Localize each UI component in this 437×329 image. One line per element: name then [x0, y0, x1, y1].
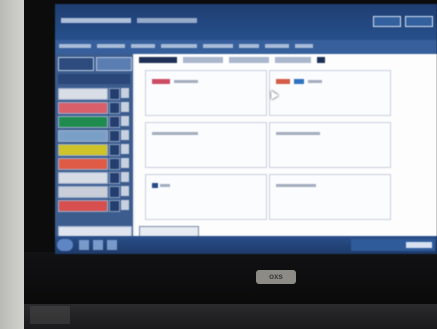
sidebar-item[interactable]	[58, 88, 108, 100]
app-icon[interactable]	[79, 240, 89, 250]
sidebar-option-icon[interactable]	[121, 102, 129, 112]
tab-strip	[135, 57, 437, 65]
panel-text	[160, 184, 170, 187]
sidebar-toggle-icon[interactable]	[109, 116, 120, 128]
panel-card[interactable]	[269, 70, 391, 116]
tab-item[interactable]	[183, 57, 223, 63]
sidebar-item[interactable]	[58, 186, 108, 198]
menu-item[interactable]	[203, 44, 233, 48]
menu-bar	[55, 40, 437, 54]
tab-item[interactable]	[317, 57, 325, 63]
sidebar-item[interactable]	[58, 116, 108, 128]
app-title-bar	[55, 4, 437, 40]
panel-text	[174, 80, 198, 83]
panel-text	[276, 132, 320, 135]
sidebar-item[interactable]	[58, 172, 108, 184]
menu-item[interactable]	[239, 44, 259, 48]
tab-item[interactable]	[229, 57, 269, 63]
system-tray	[351, 239, 435, 251]
app-title-text	[61, 18, 131, 23]
sidebar-option-icon[interactable]	[121, 116, 129, 126]
sidebar-option-icon[interactable]	[121, 172, 129, 182]
tab-item[interactable]	[139, 57, 177, 63]
sidebar-option-icon[interactable]	[121, 158, 129, 168]
taskbar	[55, 236, 437, 254]
sidebar-header	[58, 74, 130, 84]
panel-text	[276, 184, 316, 187]
panel-text	[152, 132, 198, 135]
sidebar-toggle-icon[interactable]	[109, 186, 120, 198]
tag-badge	[152, 79, 170, 84]
panel-card[interactable]	[145, 122, 267, 168]
start-icon[interactable]	[57, 239, 73, 251]
clock-display	[406, 242, 432, 248]
menu-item[interactable]	[265, 44, 289, 48]
sidebar	[55, 54, 133, 254]
sidebar-toggle-icon[interactable]	[109, 144, 120, 156]
tag-badge	[152, 183, 158, 188]
panel-text	[308, 80, 322, 83]
sidebar-option-icon[interactable]	[121, 186, 129, 196]
menu-item[interactable]	[161, 44, 197, 48]
menu-item[interactable]	[131, 44, 155, 48]
tab-item[interactable]	[275, 57, 311, 63]
panel-card[interactable]	[145, 70, 267, 116]
sidebar-option-icon[interactable]	[121, 130, 129, 140]
sidebar-option-icon[interactable]	[121, 88, 129, 98]
app-icon[interactable]	[93, 240, 103, 250]
main-content	[135, 54, 437, 254]
app-date-text	[137, 18, 197, 23]
sidebar-toggle-icon[interactable]	[109, 102, 120, 114]
sidebar-item[interactable]	[58, 158, 108, 170]
sidebar-toggle-icon[interactable]	[109, 172, 120, 184]
monitor-brand-logo: oxs	[256, 270, 296, 284]
menu-item[interactable]	[59, 44, 91, 48]
tag-badge	[276, 79, 290, 84]
sidebar-option-icon[interactable]	[121, 200, 129, 210]
sidebar-toggle-icon[interactable]	[109, 158, 120, 170]
panel-card[interactable]	[269, 122, 391, 168]
sidebar-item[interactable]	[58, 130, 108, 142]
sidebar-toggle-icon[interactable]	[109, 200, 120, 212]
sidebar-item[interactable]	[58, 200, 108, 212]
app-icon[interactable]	[107, 240, 117, 250]
menu-item[interactable]	[97, 44, 125, 48]
monitor-chin	[24, 252, 437, 304]
panel-card[interactable]	[269, 174, 391, 220]
tag-badge	[294, 79, 304, 84]
sidebar-tab[interactable]	[96, 57, 132, 71]
window-button-icon[interactable]	[405, 16, 433, 27]
sidebar-option-icon[interactable]	[121, 144, 129, 154]
sidebar-tab[interactable]	[58, 57, 94, 71]
sidebar-item[interactable]	[58, 144, 108, 156]
photo-scene: oxs	[0, 0, 437, 329]
monitor-bottom-strip	[24, 304, 437, 329]
window-button-icon[interactable]	[373, 16, 401, 27]
panel-card[interactable]	[145, 174, 267, 220]
screen	[55, 4, 437, 254]
sidebar-toggle-icon[interactable]	[109, 130, 120, 142]
desk-edge	[30, 306, 70, 324]
menu-item[interactable]	[295, 44, 313, 48]
sidebar-item[interactable]	[58, 102, 108, 114]
sidebar-toggle-icon[interactable]	[109, 88, 120, 100]
